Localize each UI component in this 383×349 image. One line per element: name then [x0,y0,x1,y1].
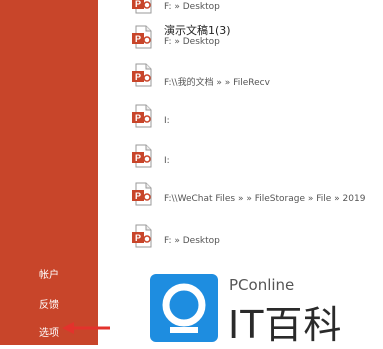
watermark-brand: PConline [229,276,295,294]
pconline-watermark: PConline IT百科 [134,270,383,347]
powerpoint-file-icon: P [132,144,152,168]
powerpoint-file-icon: P [132,0,152,14]
svg-text:P: P [135,72,141,82]
watermark-title: IT百科 [228,303,343,347]
file-path: F:\\我的文档 » » FileRecv [164,78,270,88]
file-path: F: » Desktop [164,236,220,246]
backstage-sidebar: 帐户 反馈 选项 [0,0,98,345]
file-path: I: [164,116,170,126]
annotation-arrow-icon [62,322,110,334]
svg-text:P: P [135,0,141,9]
file-path: F:\\WeChat Files » » FileStorage » File … [164,194,366,204]
file-path: F: » Desktop [164,37,220,47]
sidebar-item-account[interactable]: 帐户 [39,266,59,281]
file-path: F: » Desktop [164,2,220,12]
sidebar-item-options[interactable]: 选项 [39,324,59,339]
list-item[interactable]: P I: [98,98,383,142]
list-item[interactable]: P F:\\WeChat Files » » FileStorage » Fil… [98,176,383,220]
powerpoint-file-icon: P [132,182,152,206]
powerpoint-file-icon: P [132,63,152,87]
powerpoint-file-icon: P [132,25,152,49]
powerpoint-file-icon: P [132,104,152,128]
list-item[interactable]: P F:\\我的文档 » » FileRecv [98,57,383,101]
file-path: I: [164,156,170,166]
sidebar-item-feedback[interactable]: 反馈 [39,296,59,311]
list-item[interactable]: P F: » Desktop [98,218,383,262]
svg-text:P: P [135,34,141,44]
svg-text:P: P [135,113,141,123]
magnifier-logo-icon [150,274,218,342]
svg-text:P: P [135,191,141,201]
svg-text:P: P [135,233,141,243]
file-name: 演示文稿1(3) [164,24,231,37]
powerpoint-file-icon: P [132,224,152,248]
svg-text:P: P [135,153,141,163]
